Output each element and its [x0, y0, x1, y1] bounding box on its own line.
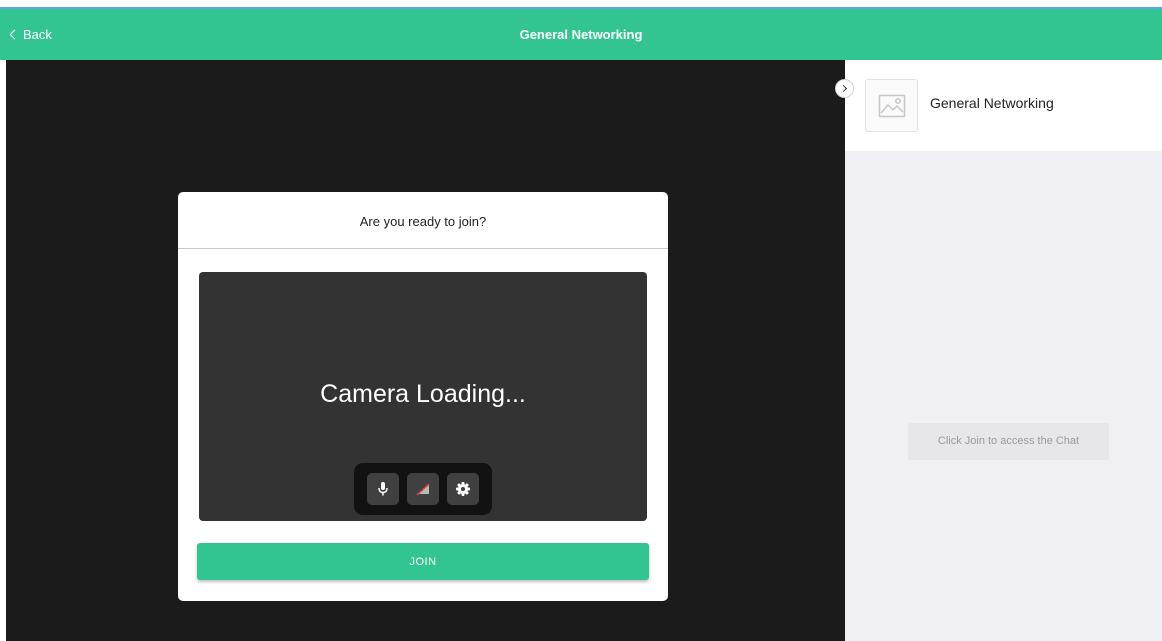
- join-dialog: Are you ready to join? Camera Loading...: [178, 192, 668, 601]
- camera-off-icon: [416, 483, 430, 496]
- top-bar: General Networking Back: [0, 9, 1162, 60]
- chat-locked-notice: Click Join to access the Chat: [908, 423, 1109, 460]
- microphone-button[interactable]: [367, 473, 399, 505]
- camera-loading-text: Camera Loading...: [320, 380, 526, 408]
- gear-icon: [456, 482, 470, 496]
- sidebar-title: General Networking: [930, 95, 1054, 111]
- room-thumbnail: [865, 79, 918, 132]
- camera-preview: Camera Loading...: [199, 272, 647, 521]
- settings-button[interactable]: [447, 473, 479, 505]
- image-placeholder-icon: [878, 94, 905, 117]
- back-label: Back: [23, 27, 52, 42]
- back-button[interactable]: Back: [9, 9, 52, 60]
- camera-toggle-button[interactable]: [407, 473, 439, 505]
- media-controls: [354, 463, 492, 515]
- collapse-sidebar-button[interactable]: [835, 79, 854, 98]
- page-title: General Networking: [519, 27, 643, 42]
- sidebar-panel: General Networking Click Join to access …: [845, 60, 1162, 641]
- chevron-left-icon: [9, 29, 20, 40]
- dialog-title: Are you ready to join?: [178, 192, 668, 249]
- chevron-right-icon: [839, 84, 848, 93]
- join-button[interactable]: JOIN: [197, 543, 649, 580]
- microphone-icon: [378, 482, 388, 496]
- sidebar-header: General Networking: [845, 60, 1162, 151]
